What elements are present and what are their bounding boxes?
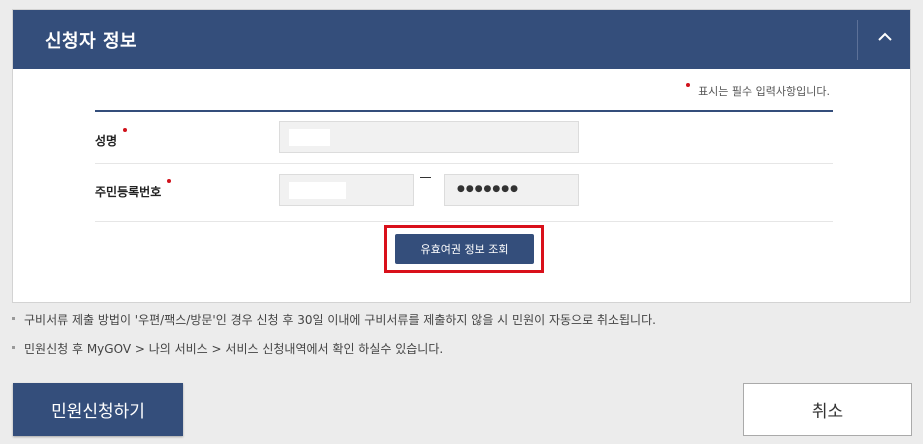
resident-number-label-text: 주민등록번호 — [95, 185, 162, 199]
name-label: 성명 — [95, 128, 128, 149]
notice-item: 민원신청 후 MyGOV > 나의 서비스 > 서비스 신청내역에서 확인 하실… — [12, 340, 656, 369]
resident-back-value: ●●●●●●● — [457, 184, 519, 194]
cancel-button[interactable]: 취소 — [743, 383, 912, 436]
required-note: 표시는 필수 입력사항입니다. — [686, 83, 830, 99]
required-dot-icon — [167, 179, 172, 183]
row-divider — [95, 163, 833, 164]
masked-name — [289, 129, 330, 146]
resident-number-back-field[interactable]: ●●●●●●● — [444, 174, 579, 206]
collapse-button[interactable] — [859, 10, 911, 69]
name-label-text: 성명 — [95, 134, 118, 148]
chevron-up-icon — [878, 32, 892, 41]
required-dot-icon — [123, 128, 128, 132]
highlight-box: 유효여권 정보 조회 — [384, 225, 544, 273]
passport-lookup-button[interactable]: 유효여권 정보 조회 — [395, 234, 534, 264]
table-top-border — [95, 110, 833, 112]
notice-item: 구비서류 제출 방법이 '우편/팩스/방문'인 경우 신청 후 30일 이내에 … — [12, 311, 656, 340]
required-note-text: 표시는 필수 입력사항입니다. — [698, 85, 830, 98]
header-divider — [857, 20, 858, 60]
name-field[interactable] — [279, 121, 579, 153]
notice-list: 구비서류 제출 방법이 '우편/팩스/방문'인 경우 신청 후 30일 이내에 … — [12, 311, 656, 369]
applicant-info-panel: 신청자 정보 표시는 필수 입력사항입니다. 성명 주민등록번호 ●●●●●●●… — [12, 9, 911, 303]
row-divider — [95, 221, 833, 222]
resident-number-dash — [420, 177, 431, 178]
panel-header: 신청자 정보 — [13, 10, 910, 69]
resident-number-front-field[interactable] — [279, 174, 414, 206]
apply-button[interactable]: 민원신청하기 — [13, 383, 183, 436]
required-dot-icon — [686, 83, 691, 87]
section-title: 신청자 정보 — [45, 31, 138, 52]
resident-number-label: 주민등록번호 — [95, 179, 172, 200]
masked-resident-front — [289, 182, 346, 199]
